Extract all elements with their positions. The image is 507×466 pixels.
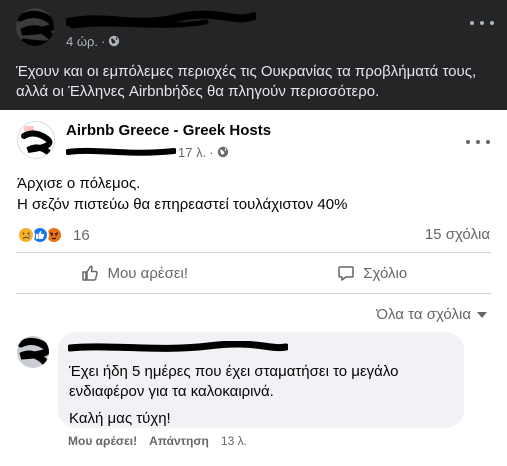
- separator-dot: ·: [209, 144, 214, 160]
- comment-actions: Μου αρέσει! Απάντηση 13 λ.: [68, 434, 247, 448]
- sad-reaction-icon: [17, 226, 35, 244]
- post-time-row: 4 ώρ. ·: [66, 33, 120, 49]
- globe-icon: [108, 35, 120, 47]
- like-button-label: Μου αρέσει!: [107, 264, 189, 282]
- chevron-down-icon: [477, 311, 487, 318]
- shared-post-card[interactable]: Airbnb Greece - Greek Hosts 17 λ. · Άρχι…: [0, 110, 507, 466]
- shared-post-text: Άρχισε ο πόλεμος. Η σεζόν πιστεύω θα επη…: [17, 173, 497, 215]
- comment-text: Έχει ήδη 5 ημέρες που έχει σταματήσει το…: [69, 363, 399, 400]
- like-button[interactable]: Μου αρέσει!: [16, 257, 254, 289]
- comments-filter[interactable]: Όλα τα σχόλια: [376, 306, 487, 323]
- divider: [16, 252, 491, 253]
- comment-text: Καλή μας τύχη!: [69, 410, 171, 427]
- reactions-count: 16: [73, 226, 90, 244]
- page-avatar[interactable]: [17, 121, 55, 159]
- comment-timestamp[interactable]: 13 λ.: [221, 434, 247, 448]
- more-options-icon[interactable]: [466, 137, 490, 147]
- shared-timestamp[interactable]: 17 λ.: [178, 145, 206, 160]
- commenter-avatar[interactable]: [17, 336, 49, 368]
- author-avatar[interactable]: [16, 8, 54, 46]
- comment-icon: [338, 266, 354, 281]
- author-name-redacted[interactable]: [66, 10, 256, 32]
- reactions-summary[interactable]: 16: [17, 224, 90, 246]
- comment-button-label: Σχόλιο: [363, 264, 408, 282]
- more-options-icon[interactable]: [470, 18, 494, 28]
- shared-post-header: Airbnb Greece - Greek Hosts 17 λ. ·: [0, 110, 507, 162]
- post-text: Έχουν και οι εμπόλεμες περιοχές τις Ουκρ…: [16, 63, 477, 100]
- globe-icon: [217, 146, 229, 158]
- divider: [16, 293, 491, 294]
- shared-text-line: Η σεζόν πιστεύω θα επηρεαστεί τουλάχιστο…: [17, 196, 348, 213]
- shared-time-row: 17 λ. ·: [178, 144, 229, 160]
- commenter-name-redacted[interactable]: [68, 341, 288, 355]
- post-action-bar: Μου αρέσει! Σχόλιο: [16, 257, 491, 289]
- shared-text-line: Άρχισε ο πόλεμος.: [17, 175, 141, 192]
- comments-count-link[interactable]: 15 σχόλια: [425, 226, 490, 243]
- comment-bubble: Έχει ήδη 5 ημέρες που έχει σταματήσει το…: [58, 332, 464, 428]
- comment-reply-button[interactable]: Απάντηση: [149, 434, 209, 448]
- group-author-redacted[interactable]: [66, 146, 176, 158]
- comment-like-button[interactable]: Μου αρέσει!: [68, 434, 137, 448]
- comment-button[interactable]: Σχόλιο: [254, 257, 492, 289]
- post-timestamp[interactable]: 4 ώρ.: [66, 34, 98, 49]
- post-header: 4 ώρ. ·: [0, 0, 507, 58]
- thumbs-up-icon: [82, 265, 99, 281]
- redaction-scribble: [16, 11, 54, 46]
- separator-dot: ·: [101, 33, 106, 49]
- page-name[interactable]: Airbnb Greece - Greek Hosts: [66, 122, 271, 139]
- comments-filter-label: Όλα τα σχόλια: [376, 306, 471, 323]
